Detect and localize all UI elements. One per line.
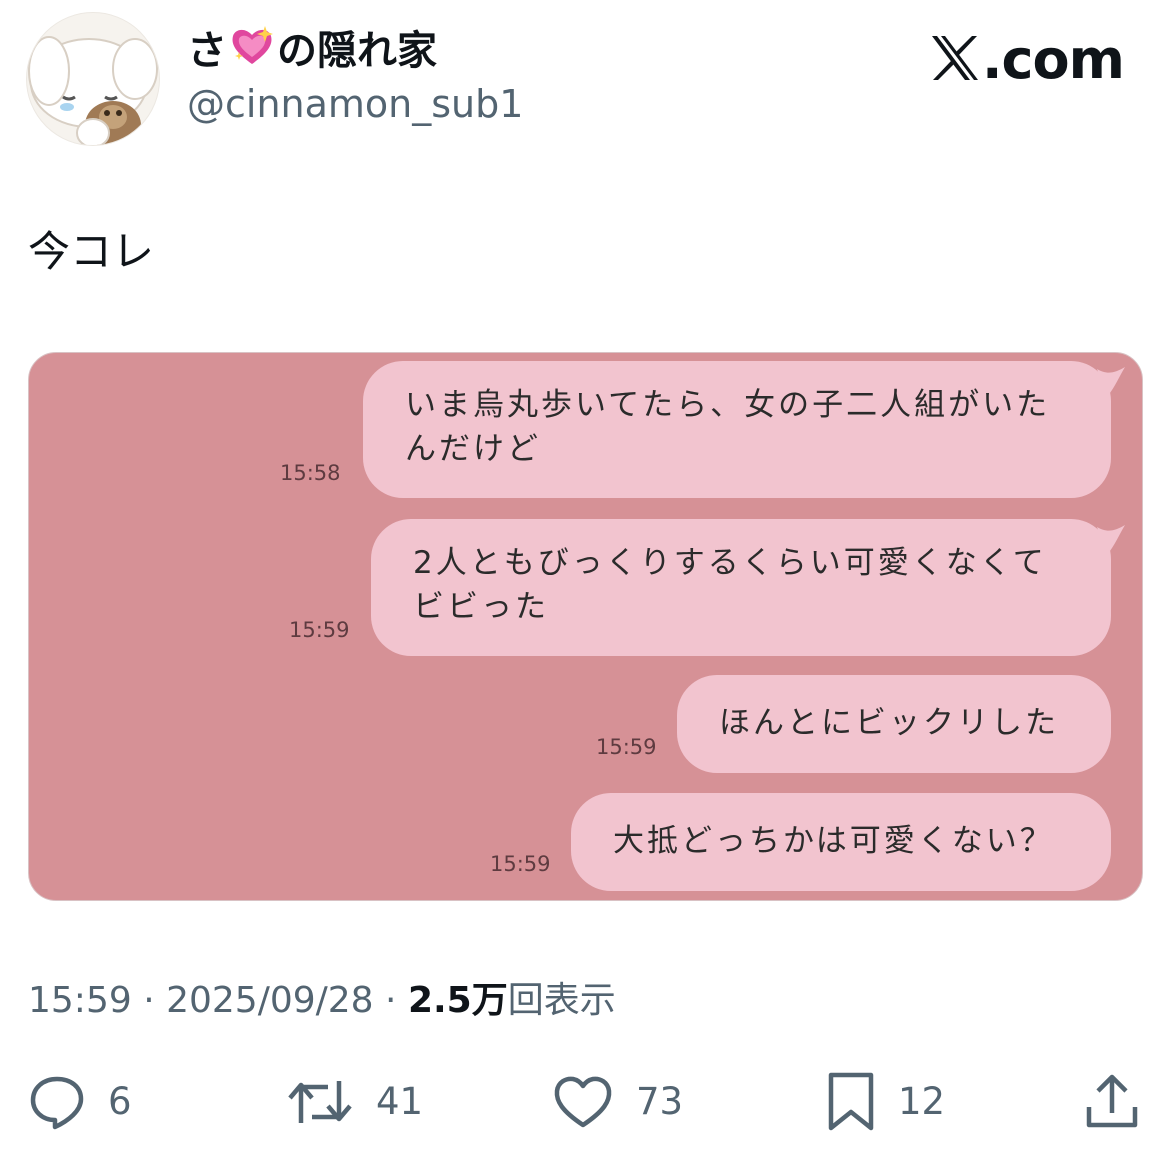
chat-bubble-line: いま烏丸歩いてたら、女の子二人組がいた	[405, 387, 1051, 423]
bookmark-icon	[828, 1072, 874, 1131]
bubble-tail	[1097, 525, 1125, 555]
meta-separator: ·	[131, 980, 167, 1021]
display-name-start: さ	[187, 28, 227, 74]
user-handle[interactable]: @cinnamon_sub1	[187, 80, 523, 128]
x-logo-icon	[930, 34, 980, 82]
bubble-tail	[1097, 367, 1125, 397]
tweet-date[interactable]: 2025/09/28	[166, 980, 374, 1021]
share-icon	[1086, 1074, 1138, 1128]
meta-separator: ·	[373, 980, 408, 1021]
display-name[interactable]: さ の隠れ家	[187, 24, 437, 75]
chat-bubble-line: 大抵どっちかは可愛くない？	[613, 823, 1054, 859]
repost-icon	[288, 1081, 352, 1123]
message-time: 15:59	[289, 618, 350, 642]
share-button[interactable]	[1084, 1072, 1140, 1132]
view-count: 2.5万	[407, 980, 508, 1021]
message-time: 15:58	[280, 461, 341, 485]
chat-bubble: 大抵どっちかは可愛くない？	[571, 793, 1111, 891]
like-button[interactable]: 73	[552, 1072, 683, 1132]
reply-button[interactable]: 6	[28, 1072, 132, 1132]
repost-button[interactable]: 41	[286, 1072, 423, 1132]
chat-bubble-line: んだけど	[405, 431, 541, 467]
chat-bubble-line: 2人ともびっくりするくらい可愛くなくて	[413, 545, 1047, 581]
repost-count: 41	[376, 1080, 424, 1123]
like-count: 73	[636, 1080, 684, 1123]
chat-bubble-line: ほんとにビックリした	[719, 705, 1059, 741]
avatar[interactable]	[26, 12, 160, 146]
reply-icon	[30, 1076, 84, 1130]
bookmark-button[interactable]: 12	[826, 1072, 945, 1132]
tweet-text: 今コレ	[28, 227, 155, 276]
bookmark-count: 12	[898, 1080, 946, 1123]
site-logo-text: .com	[982, 28, 1125, 91]
display-name-end: の隠れ家	[277, 28, 437, 74]
reply-count: 6	[108, 1080, 132, 1123]
heart-icon	[554, 1076, 612, 1128]
message-time: 15:59	[490, 852, 551, 876]
sparkling-heart-icon	[229, 24, 275, 70]
tweet-meta: 15:59 · 2025/09/28 · 2.5万回表示	[28, 978, 616, 1024]
tweet-image-chat-screenshot[interactable]: いま烏丸歩いてたら、女の子二人組がいた んだけど 15:58 2人ともびっくりす…	[28, 352, 1143, 901]
chat-bubble: いま烏丸歩いてたら、女の子二人組がいた んだけど	[363, 361, 1125, 498]
cinnamoroll-avatar-image	[28, 36, 158, 145]
x-com-logo: .com	[930, 28, 1125, 91]
tweet-time[interactable]: 15:59	[28, 980, 132, 1021]
view-label: 回表示	[507, 980, 616, 1021]
chat-bubble-line: ビビった	[413, 589, 549, 625]
chat-bubble: ほんとにビックリした	[677, 675, 1111, 773]
message-time: 15:59	[596, 735, 657, 759]
chat-bubble: 2人ともびっくりするくらい可愛くなくて ビビった	[371, 519, 1125, 656]
